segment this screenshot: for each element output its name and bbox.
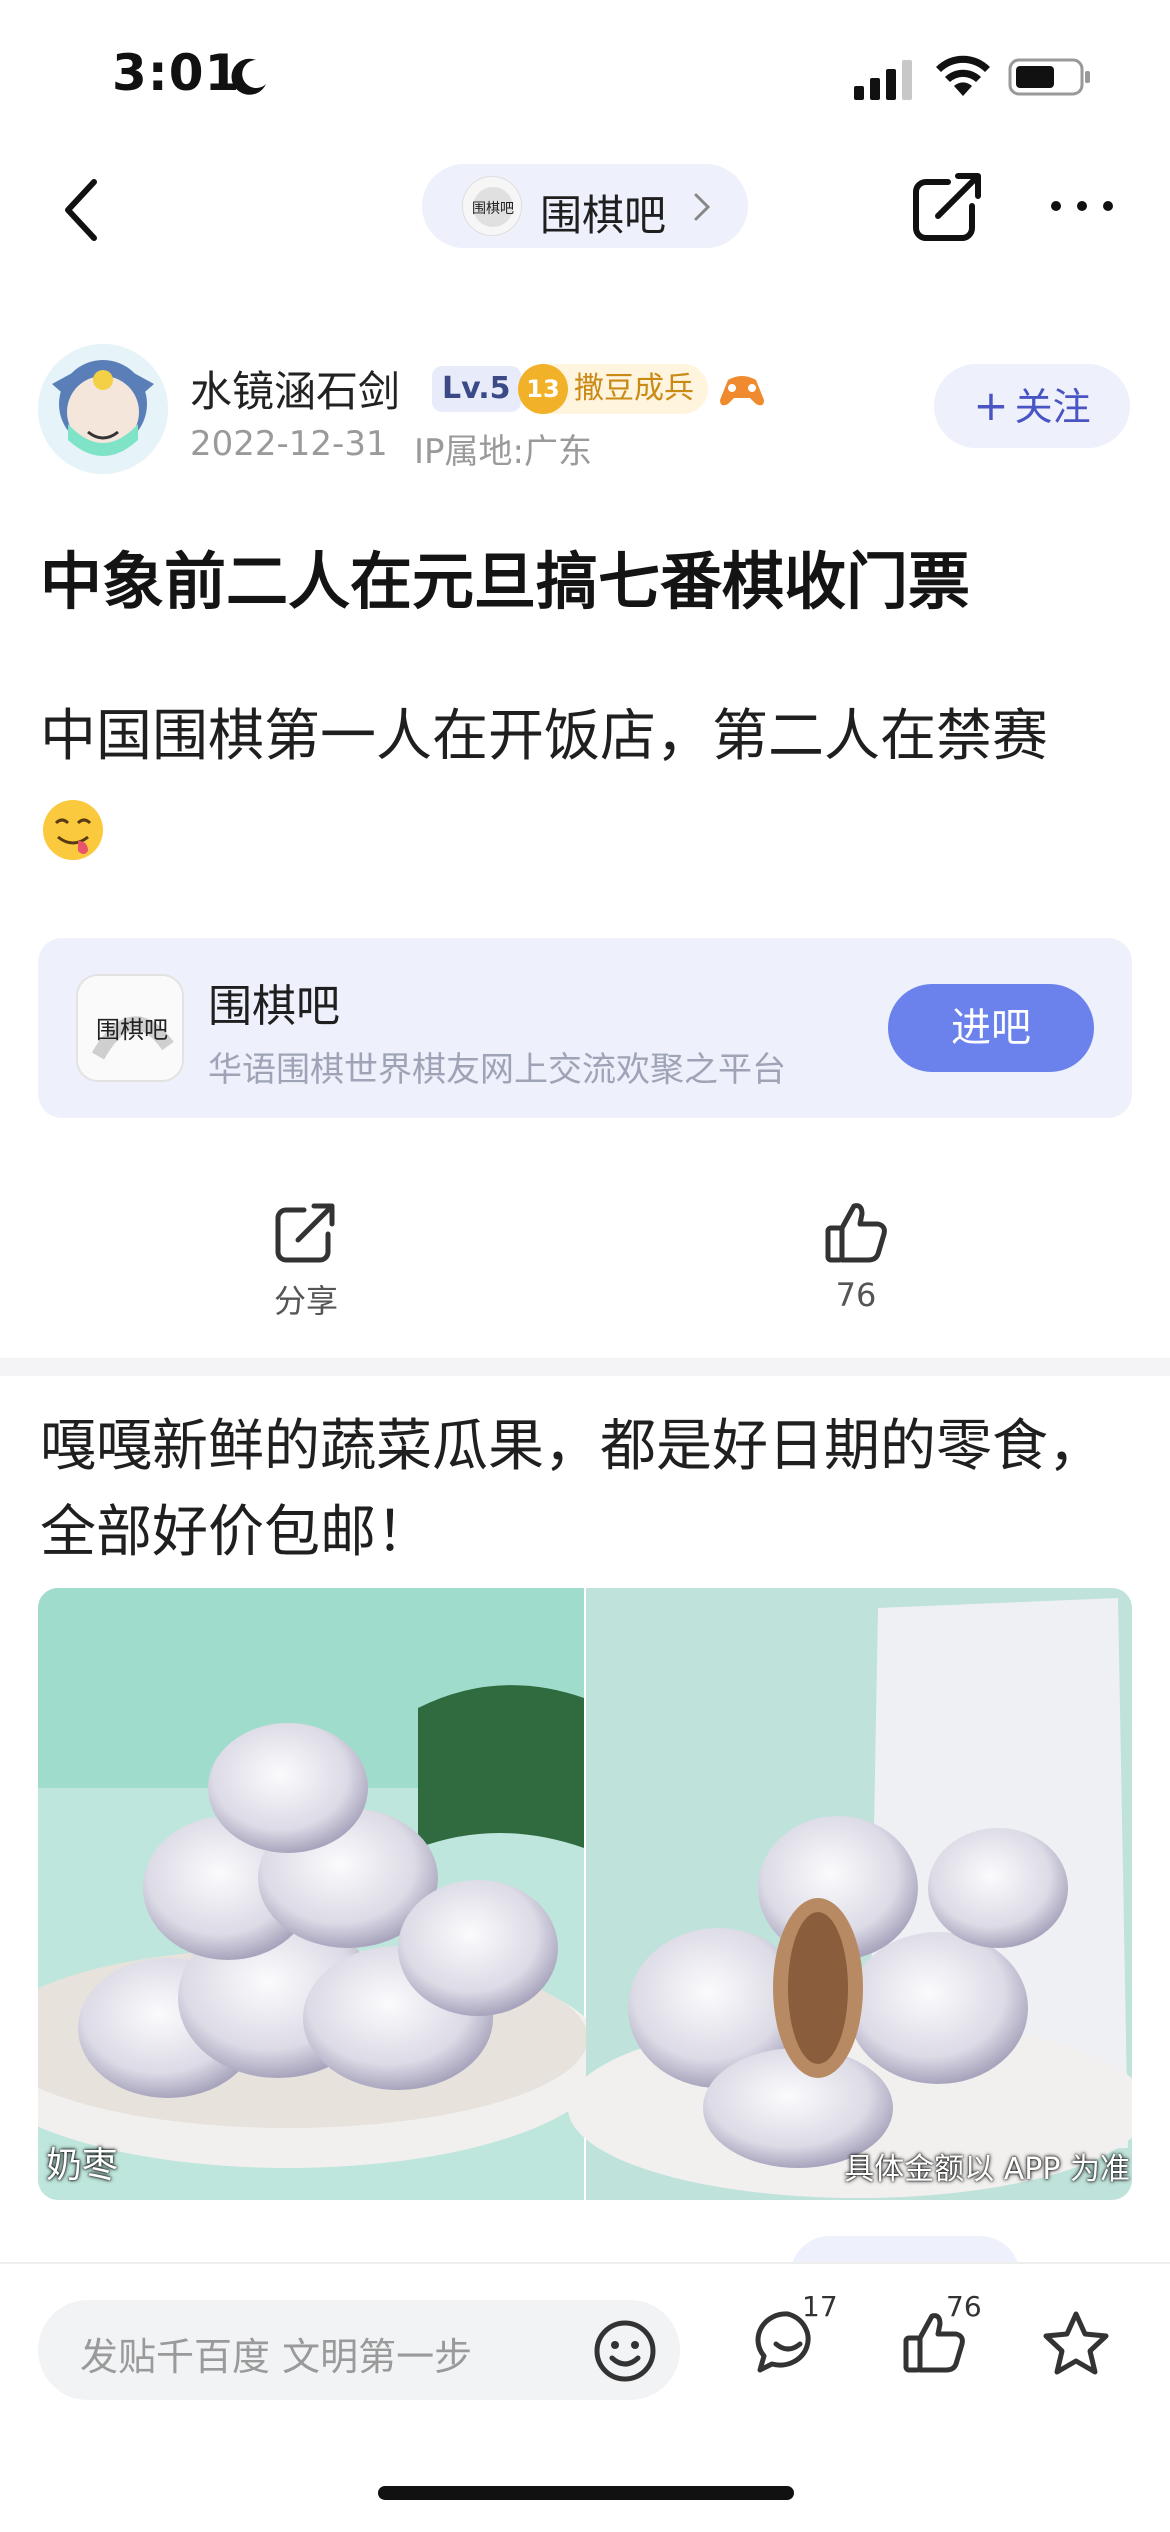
chevron-right-icon bbox=[694, 193, 711, 221]
plus-icon: + bbox=[973, 381, 1009, 430]
forum-card-logo-text: 围棋吧 bbox=[96, 1016, 168, 1044]
bottom-bar: 发贴千百度 文明第一步 17 76 bbox=[0, 2262, 1170, 2532]
wifi-icon bbox=[936, 55, 990, 96]
author-avatar[interactable] bbox=[38, 344, 168, 474]
bottom-like-count: 76 bbox=[946, 2290, 982, 2323]
signal-icon bbox=[854, 60, 912, 100]
star-icon[interactable] bbox=[1040, 2308, 1112, 2380]
author-name[interactable]: 水镜涵石剑 bbox=[190, 358, 400, 419]
gamepad-icon bbox=[720, 376, 764, 406]
ad-title[interactable]: 嘎嘎新鲜的蔬菜瓜果，都是好日期的零食，全部好价包邮！ bbox=[40, 1404, 1130, 1576]
like-action[interactable]: 76 bbox=[796, 1196, 916, 1314]
forum-card-avatar: 围棋吧 bbox=[76, 974, 184, 1082]
share-action-icon bbox=[275, 1203, 335, 1263]
forum-logo-image: 围棋吧 bbox=[463, 177, 521, 235]
forum-logo-text: 围棋吧 bbox=[472, 201, 514, 217]
forum-name: 围棋吧 bbox=[540, 191, 667, 240]
moon-icon bbox=[231, 58, 266, 95]
forum-card-description: 华语围棋世界棋友网上交流欢聚之平台 bbox=[208, 1050, 786, 1090]
status-bar: 3:01 bbox=[0, 0, 1170, 150]
share-action[interactable]: 分享 bbox=[246, 1196, 366, 1322]
battery-icon bbox=[1008, 58, 1090, 96]
post-date: 2022-12-31 bbox=[190, 424, 388, 464]
section-divider bbox=[0, 1358, 1170, 1376]
nav-bar: 围棋吧 围棋吧 bbox=[0, 150, 1170, 270]
forum-card-logo-image: 围棋吧 bbox=[78, 976, 182, 1080]
tongue-emoji-icon bbox=[43, 800, 103, 860]
post-body: 中国围棋第一人在开饭店，第二人在禁赛 bbox=[40, 688, 1130, 884]
forum-card-name: 围棋吧 bbox=[208, 981, 340, 1032]
forum-avatar: 围棋吧 bbox=[462, 176, 522, 236]
forum-link-pill[interactable]: 围棋吧 围棋吧 bbox=[422, 164, 748, 248]
rank-title: 撒豆成兵 bbox=[574, 371, 694, 406]
level-badge: Lv.5 bbox=[432, 366, 521, 412]
ad-caption-right: 具体金额以 APP 为准 bbox=[844, 2152, 1130, 2187]
rank-badge: 13 撒豆成兵 bbox=[518, 364, 708, 414]
comment-count: 17 bbox=[802, 2290, 838, 2323]
author-avatar-image bbox=[38, 344, 168, 474]
status-time: 3:01 bbox=[112, 44, 241, 102]
like-count: 76 bbox=[835, 1276, 877, 1314]
thumbs-up-icon bbox=[825, 1203, 887, 1263]
back-arrow-icon[interactable] bbox=[56, 172, 112, 248]
ad-caption-left: 奶枣 bbox=[46, 2145, 119, 2186]
forum-card[interactable]: 围棋吧 围棋吧 华语围棋世界棋友网上交流欢聚之平台 进吧 bbox=[38, 938, 1132, 1118]
enter-forum-button[interactable]: 进吧 bbox=[888, 984, 1094, 1072]
rank-level-number: 13 bbox=[518, 364, 568, 414]
ad-image[interactable]: 奶枣 具体金额以 APP 为准 bbox=[38, 1588, 1132, 2200]
share-label: 分享 bbox=[273, 1282, 338, 1320]
more-options-icon[interactable] bbox=[1046, 194, 1118, 218]
ad-product-photo bbox=[38, 1588, 1132, 2200]
home-indicator bbox=[378, 2486, 794, 2500]
reply-input[interactable]: 发贴千百度 文明第一步 bbox=[38, 2300, 680, 2400]
post-title: 中象前二人在元旦搞七番棋收门票 bbox=[40, 545, 971, 618]
emoji-icon[interactable] bbox=[592, 2318, 658, 2384]
post-body-text: 中国围棋第一人在开饭店，第二人在禁赛 bbox=[40, 704, 1048, 769]
ip-location: IP属地:广东 bbox=[414, 432, 592, 472]
follow-button[interactable]: + 关注 bbox=[934, 364, 1130, 448]
share-icon[interactable] bbox=[908, 166, 988, 246]
follow-label: 关注 bbox=[1014, 385, 1091, 429]
reply-placeholder: 发贴千百度 文明第一步 bbox=[80, 2335, 473, 2379]
